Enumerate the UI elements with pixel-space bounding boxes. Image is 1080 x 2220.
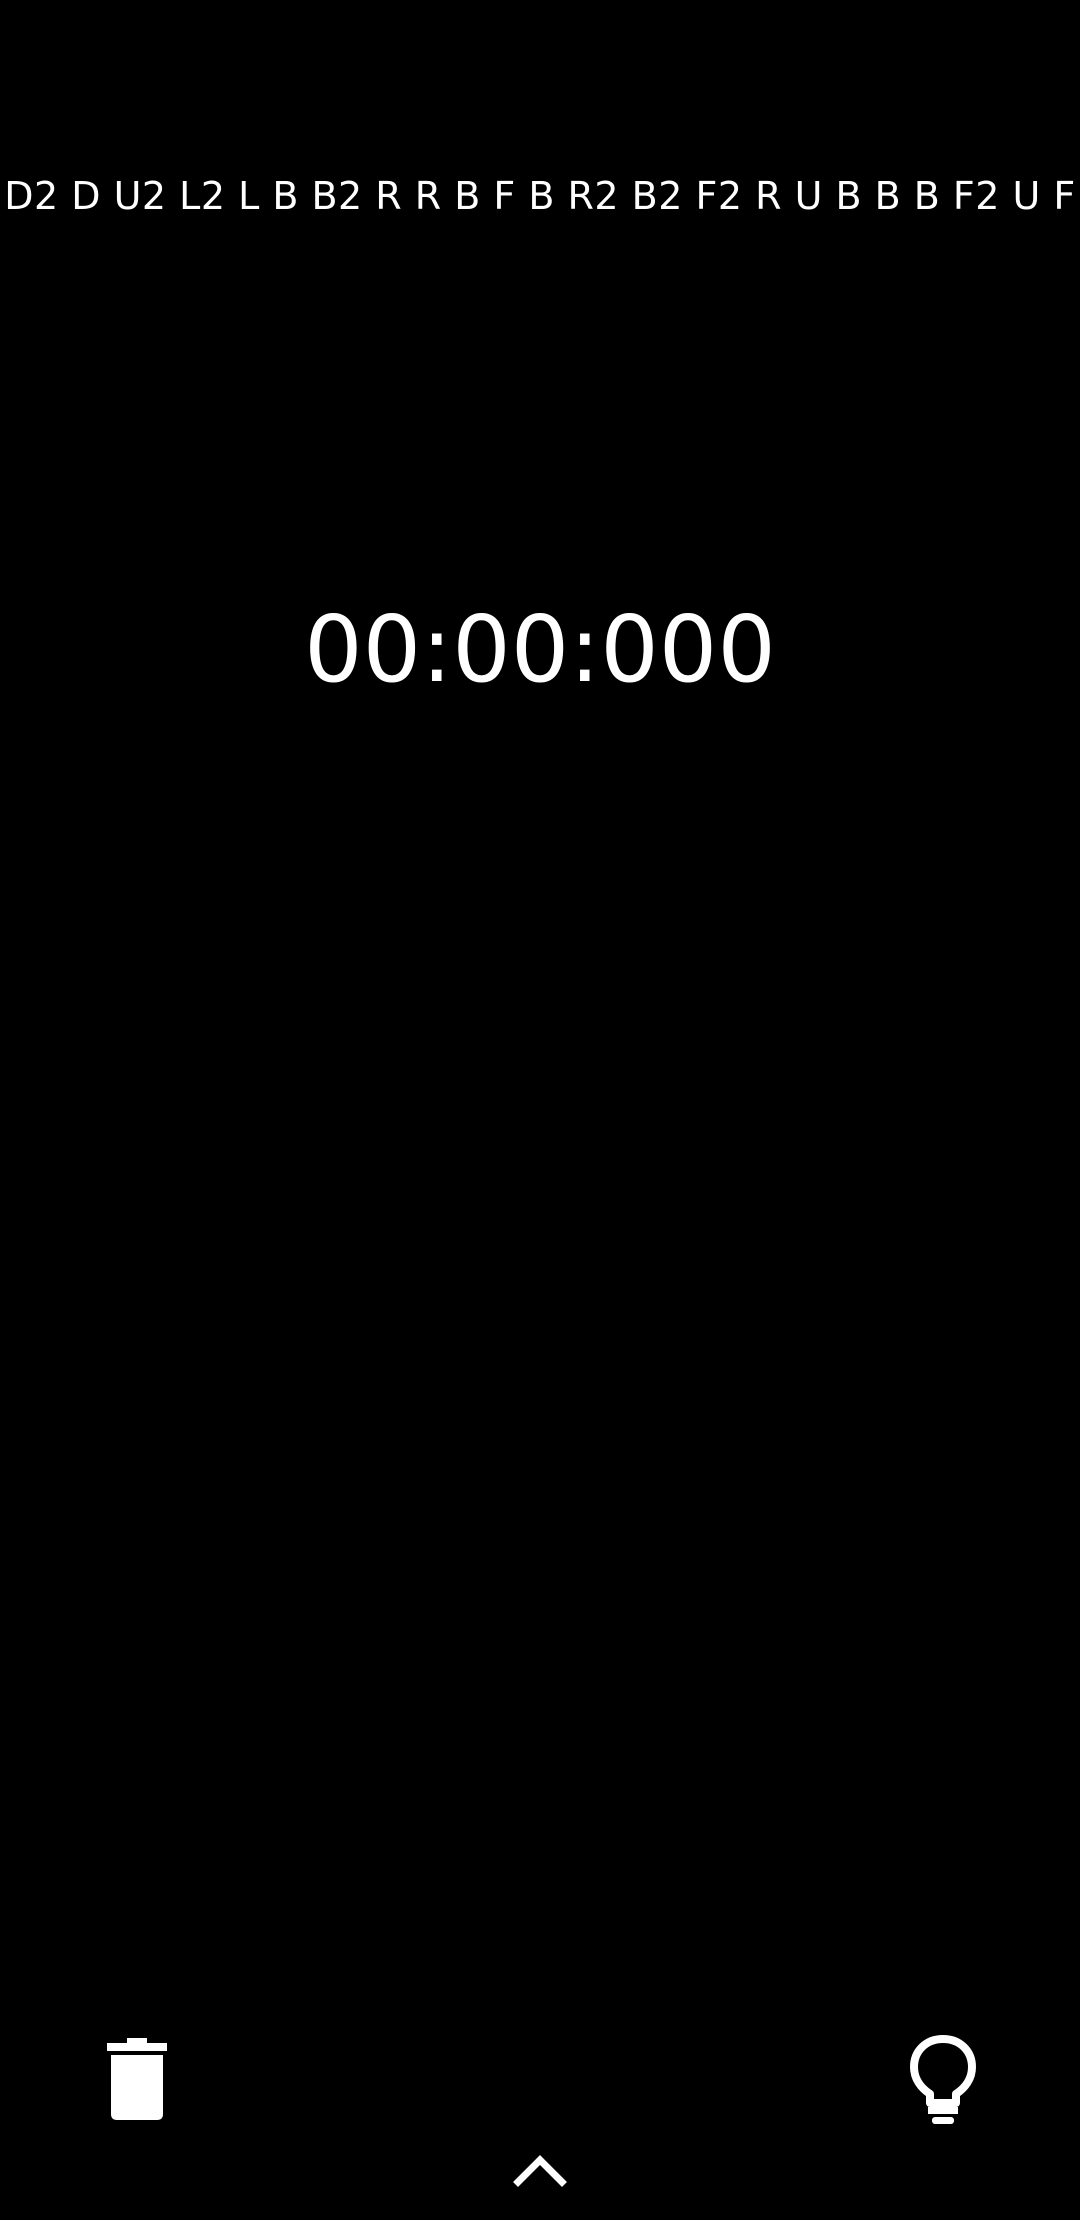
hint-button[interactable]	[898, 2030, 988, 2130]
scramble-text: D2 D U2 L2 L B B2 R R B F B R2 B2 F2 R U…	[4, 174, 1076, 218]
trash-icon	[107, 2038, 167, 2120]
timer-display: 00:00:000	[304, 596, 776, 703]
timer-screen[interactable]: D2 D U2 L2 L B B2 R R B F B R2 B2 F2 R U…	[0, 0, 1080, 2220]
chevron-up-icon	[513, 2155, 567, 2187]
lightbulb-icon	[910, 2035, 976, 2124]
expand-button[interactable]	[500, 2138, 580, 2202]
delete-button[interactable]	[92, 2030, 182, 2130]
